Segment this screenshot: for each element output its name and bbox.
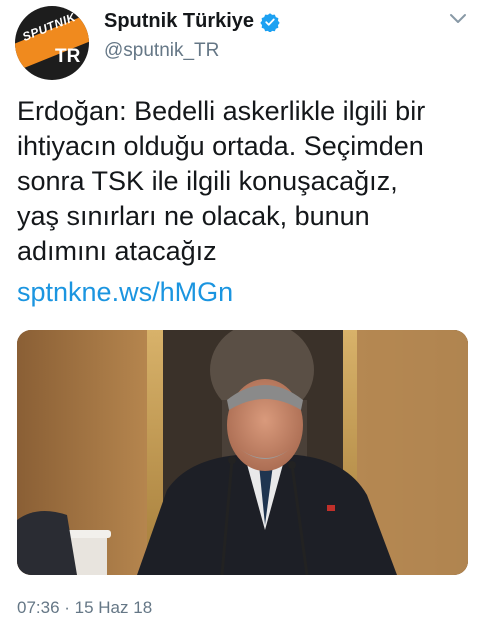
tweet-link[interactable]: sptnkne.ws/hMGn (17, 275, 233, 310)
tweet-text-line: adımını atacağız (17, 236, 217, 266)
display-name[interactable]: Sputnik Türkiye (104, 10, 254, 33)
avatar-tr-text: TR (55, 46, 81, 67)
tweet-text-line: sonra TSK ile ilgili konuşacağız, (17, 166, 398, 196)
tweet-text-line: ihtiyacın olduğu ortada. Seçimden (17, 131, 424, 161)
timestamp[interactable]: 07:36 · 15 Haz 18 (17, 598, 152, 618)
tweet-text-line: yaş sınırları ne olacak, bunun (17, 201, 370, 231)
name-row: Sputnik Türkiye (104, 10, 280, 33)
tweet-text: Erdoğan: Bedelli askerlikle ilgili bir i… (17, 94, 472, 269)
media-photo[interactable] (17, 330, 468, 575)
photo-illustration (17, 330, 468, 575)
avatar[interactable]: SPUTNIK TR (15, 6, 89, 80)
tweet-text-line: Erdoğan: Bedelli askerlikle ilgili bir (17, 96, 426, 126)
tweet-card: SPUTNIK TR Sputnik Türkiye @sputnik_TR E… (0, 0, 483, 627)
chevron-down-icon[interactable] (448, 12, 468, 26)
verified-badge-icon (260, 12, 280, 33)
handle[interactable]: @sputnik_TR (104, 40, 219, 62)
